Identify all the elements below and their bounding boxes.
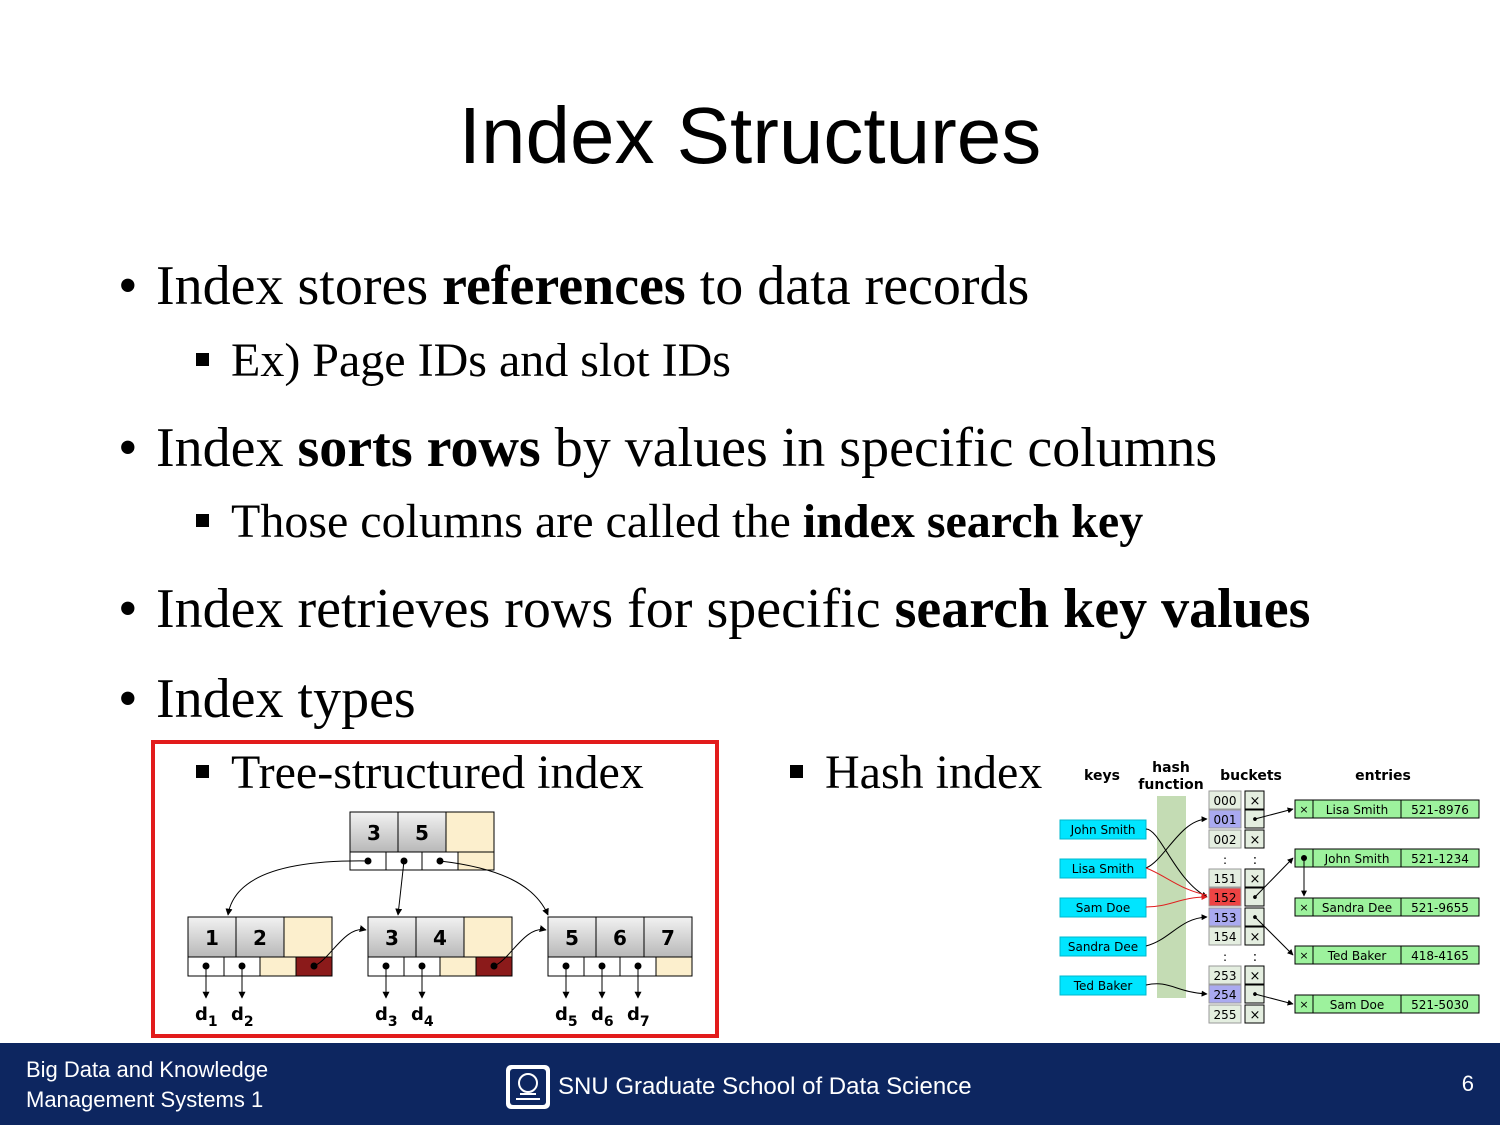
course-name: Big Data and Knowledge Management System… <box>26 1057 269 1112</box>
entry-phone: 521-8976 <box>1411 803 1469 817</box>
bucket-index: 253 <box>1214 969 1237 983</box>
leaf3-key-1: 5 <box>565 926 579 950</box>
data-ref-2: d2 <box>231 1004 254 1030</box>
subbullet-page-ids: Ex) Page IDs and slot IDs <box>196 333 731 389</box>
leaf1-key-2: 2 <box>253 926 267 950</box>
bucket-mark: × <box>1250 794 1261 809</box>
school-name: SNU Graduate School of Data Science <box>502 1063 972 1111</box>
bucket-index: 254 <box>1214 988 1237 1002</box>
leaf2-key-2: 4 <box>433 926 447 950</box>
page-number: 6 <box>1461 1071 1474 1096</box>
hash-key: John Smith <box>1070 823 1136 837</box>
bucket-index: 154 <box>1214 930 1237 944</box>
leaf3-key-2: 6 <box>613 926 627 950</box>
bucket-index: 000 <box>1214 794 1237 808</box>
bullet-dot: • <box>118 255 138 317</box>
svg-text:×: × <box>1299 949 1308 962</box>
entry-name: Lisa Smith <box>1326 803 1388 817</box>
hash-header-hash: hash <box>1152 760 1190 776</box>
btree-diagram: 3 5 1 2 3 4 5 6 7 d1 d2 d3 d4 d5 d6 d7 <box>187 811 693 1030</box>
bucket-mark: • <box>1251 813 1259 828</box>
bucket-index: 002 <box>1214 833 1237 847</box>
leaf2-key-1: 3 <box>385 926 399 950</box>
svg-text:×: × <box>1299 901 1308 914</box>
bucket-mark: : <box>1253 853 1257 868</box>
entry-name: John Smith <box>1324 852 1390 866</box>
hash-key: Sam Doe <box>1076 901 1130 915</box>
bucket-index: 151 <box>1214 872 1237 886</box>
square-bullet-icon <box>196 353 209 367</box>
hash-header-keys: keys <box>1084 768 1120 784</box>
svg-text:×: × <box>1299 998 1308 1011</box>
hash-function-band <box>1157 796 1186 998</box>
root-key-1: 3 <box>367 821 381 845</box>
data-ref-7: d7 <box>627 1004 650 1030</box>
hash-table-diagram: keys hash function buckets entries John … <box>1059 760 1480 1024</box>
bucket-index: 001 <box>1214 813 1237 827</box>
data-ref-5: d5 <box>555 1004 578 1030</box>
square-bullet-icon <box>790 765 803 779</box>
bucket-index: 153 <box>1214 911 1237 925</box>
leaf1-key-1: 1 <box>205 926 219 950</box>
subbullet-search-key: Those columns are called the index searc… <box>196 494 1143 550</box>
bucket-ellipsis: : <box>1223 853 1227 867</box>
hash-key: Sandra Dee <box>1068 940 1138 954</box>
bucket-ellipsis: : <box>1223 950 1227 964</box>
bucket-mark: • <box>1251 911 1259 926</box>
entry-phone: 521-9655 <box>1411 901 1469 915</box>
bucket-mark: : <box>1253 950 1257 965</box>
bucket-mark: × <box>1250 969 1261 984</box>
data-ref-3: d3 <box>375 1004 398 1030</box>
bucket-mark: × <box>1250 833 1261 848</box>
footer-bar: Big Data and Knowledge Management System… <box>0 1043 1500 1125</box>
bucket-mark: • <box>1251 891 1259 906</box>
hash-key: Ted Baker <box>1073 979 1133 993</box>
data-ref-4: d4 <box>411 1004 434 1030</box>
entry-phone: 521-5030 <box>1411 998 1469 1012</box>
entry-name: Ted Baker <box>1327 949 1387 963</box>
data-ref-1: d1 <box>195 1004 218 1030</box>
bucket-index: 152 <box>1214 891 1237 905</box>
hash-header-buckets: buckets <box>1220 768 1282 784</box>
slide-title: Index Structures <box>458 91 1042 180</box>
bucket-mark: × <box>1250 930 1261 945</box>
entry-name: Sam Doe <box>1330 998 1384 1012</box>
data-ref-6: d6 <box>591 1004 614 1030</box>
bullet-dot: • <box>118 668 138 730</box>
entry-phone: 418-4165 <box>1411 949 1469 963</box>
root-key-2: 5 <box>415 821 429 845</box>
entry-phone: 521-1234 <box>1411 852 1469 866</box>
bucket-mark: × <box>1250 1008 1261 1023</box>
bullet-dot: • <box>118 578 138 640</box>
bucket-index: 255 <box>1214 1008 1237 1022</box>
bucket-mark: • <box>1251 988 1259 1003</box>
bucket-mark: × <box>1250 872 1261 887</box>
snu-logo-icon <box>506 1065 550 1109</box>
leaf3-key-3: 7 <box>661 926 675 950</box>
subbullet-tree-index: Tree-structured index <box>196 745 644 801</box>
hash-header-function: function <box>1138 777 1203 793</box>
hash-key: Lisa Smith <box>1072 862 1134 876</box>
entry-name: Sandra Dee <box>1322 901 1392 915</box>
subbullet-hash-index: Hash index <box>790 745 1042 801</box>
square-bullet-icon <box>196 514 209 528</box>
hash-header-entries: entries <box>1355 768 1411 784</box>
bullet-dot: • <box>118 417 138 479</box>
square-bullet-icon <box>196 765 209 779</box>
svg-text:×: × <box>1299 803 1308 816</box>
